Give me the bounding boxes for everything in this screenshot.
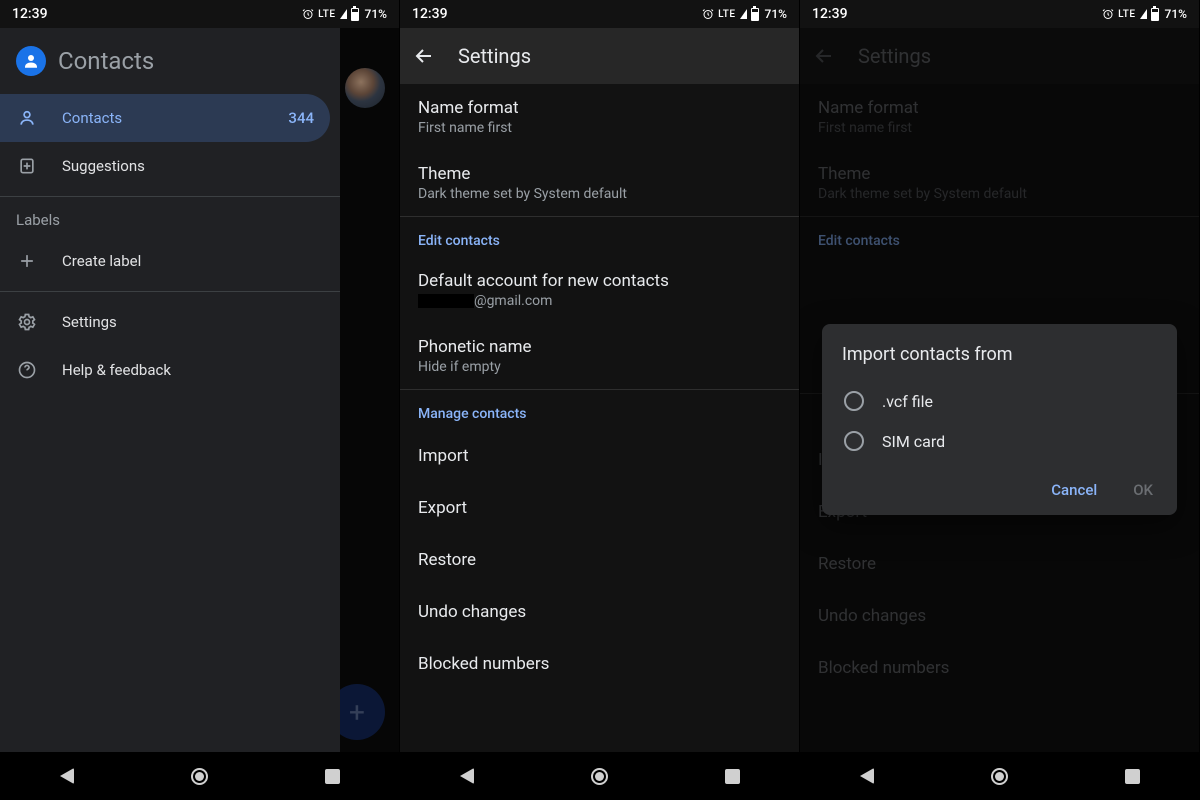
signal-icon	[340, 9, 347, 19]
drawer-item-contacts[interactable]: Contacts 344	[0, 94, 330, 142]
drawer-item-label: Create label	[62, 252, 141, 270]
status-time: 12:39	[812, 6, 848, 22]
default-account-email: @gmail.com	[418, 293, 781, 309]
setting-default-account[interactable]: Default account for new contacts @gmail.…	[400, 257, 799, 323]
battery-percent: 71%	[365, 7, 387, 21]
section-edit-contacts: Edit contacts	[400, 217, 799, 257]
setting-export[interactable]: Export	[400, 482, 799, 534]
drawer-title: Contacts	[58, 47, 154, 75]
dialog-option-vcf[interactable]: .vcf file	[842, 381, 1157, 421]
contacts-count: 344	[288, 109, 314, 127]
nav-home-button[interactable]	[180, 756, 220, 796]
setting-name-format[interactable]: Name format First name first	[400, 84, 799, 150]
setting-theme[interactable]: Theme Dark theme set by System default	[400, 150, 799, 216]
network-lte-label: LTE	[1118, 9, 1135, 20]
setting-blocked-numbers[interactable]: Blocked numbers	[400, 638, 799, 690]
drawer-item-label: Settings	[62, 313, 117, 331]
nav-back-button[interactable]	[47, 756, 87, 796]
nav-recents-button[interactable]	[713, 756, 753, 796]
status-bar: 12:39 LTE 71%	[400, 0, 799, 28]
contacts-app-icon	[16, 46, 46, 76]
nav-back-button[interactable]	[447, 756, 487, 796]
status-time: 12:39	[412, 6, 448, 22]
redacted-email-local	[418, 294, 474, 308]
dialog-cancel-button[interactable]: Cancel	[1047, 475, 1101, 505]
radio-icon	[844, 431, 864, 451]
signal-icon	[1140, 9, 1147, 19]
alarm-icon	[702, 8, 714, 20]
setting-import[interactable]: Import	[400, 430, 799, 482]
help-icon	[16, 360, 38, 380]
settings-appbar: Settings	[400, 28, 799, 84]
alarm-icon	[302, 8, 314, 20]
person-icon	[16, 108, 38, 128]
divider	[0, 196, 340, 197]
system-nav-bar	[800, 752, 1199, 800]
drawer-item-suggestions[interactable]: Suggestions	[0, 142, 340, 190]
drawer-item-help[interactable]: Help & feedback	[0, 346, 340, 394]
back-button[interactable]	[412, 44, 436, 68]
drawer-header: Contacts	[0, 28, 340, 94]
status-time: 12:39	[12, 6, 48, 22]
drawer-item-label: Suggestions	[62, 157, 145, 175]
settings-list: Name format First name first Theme Dark …	[400, 84, 799, 752]
setting-restore[interactable]: Restore	[400, 534, 799, 586]
battery-icon	[351, 8, 359, 21]
nav-recents-button[interactable]	[313, 756, 353, 796]
drawer-section-labels: Labels	[0, 203, 340, 237]
plus-icon	[16, 251, 38, 271]
system-nav-bar	[400, 752, 799, 800]
suggestions-icon	[16, 156, 38, 176]
section-manage-contacts: Manage contacts	[400, 390, 799, 430]
page-title: Settings	[458, 44, 531, 68]
nav-home-button[interactable]	[980, 756, 1020, 796]
drawer-item-create-label[interactable]: Create label	[0, 237, 340, 285]
system-nav-bar	[0, 752, 399, 800]
drawer-item-label: Contacts	[62, 109, 122, 127]
dialog-ok-button[interactable]: OK	[1129, 475, 1157, 505]
nav-back-button[interactable]	[847, 756, 887, 796]
divider	[0, 291, 340, 292]
drawer-item-label: Help & feedback	[62, 361, 171, 379]
nav-recents-button[interactable]	[1113, 756, 1153, 796]
battery-icon	[1151, 8, 1159, 21]
screenshot-panel-2: 12:39 LTE 71% Settings Name format First…	[400, 0, 800, 800]
screenshot-panel-1: 12:39 LTE 71% + Contacts Co	[0, 0, 400, 800]
battery-percent: 71%	[1165, 7, 1187, 21]
setting-undo-changes[interactable]: Undo changes	[400, 586, 799, 638]
gear-icon	[16, 312, 38, 332]
network-lte-label: LTE	[718, 9, 735, 20]
battery-icon	[751, 8, 759, 21]
screenshot-panel-3: 12:39 LTE 71% Settings Name format F	[800, 0, 1200, 800]
nav-home-button[interactable]	[580, 756, 620, 796]
radio-icon	[844, 391, 864, 411]
navigation-drawer: Contacts Contacts 344 Suggestions Labels…	[0, 28, 340, 752]
alarm-icon	[1102, 8, 1114, 20]
setting-phonetic-name[interactable]: Phonetic name Hide if empty	[400, 323, 799, 389]
drawer-item-settings[interactable]: Settings	[0, 298, 340, 346]
signal-icon	[740, 9, 747, 19]
dialog-title: Import contacts from	[842, 344, 1157, 365]
import-contacts-dialog: Import contacts from .vcf file SIM card …	[822, 324, 1177, 515]
dialog-option-sim[interactable]: SIM card	[842, 421, 1157, 461]
network-lte-label: LTE	[318, 9, 335, 20]
status-bar: 12:39 LTE 71%	[0, 0, 399, 28]
status-bar: 12:39 LTE 71%	[800, 0, 1199, 28]
battery-percent: 71%	[765, 7, 787, 21]
